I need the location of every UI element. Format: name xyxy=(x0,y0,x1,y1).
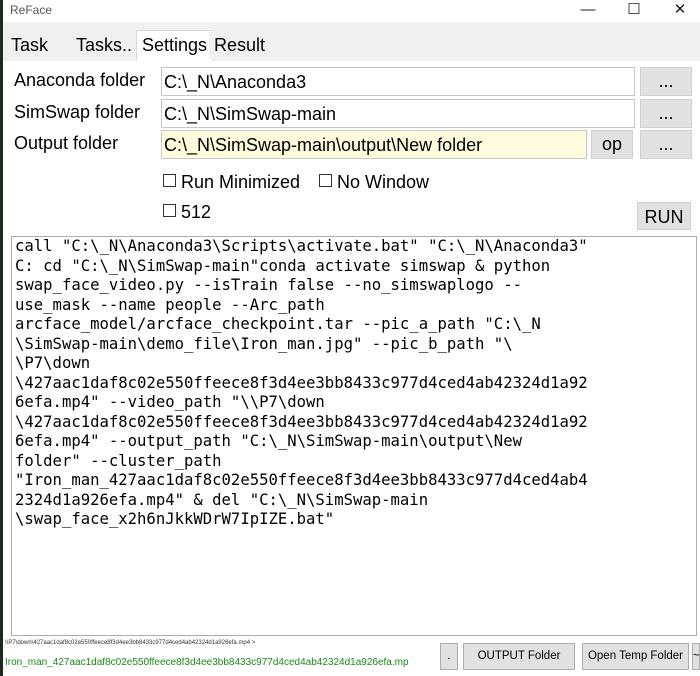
tab-task[interactable]: Task xyxy=(6,32,54,59)
open-temp-folder-button[interactable]: Open Temp Folder xyxy=(582,643,689,670)
anaconda-browse-button[interactable]: ... xyxy=(640,67,692,96)
size-512-label: 512 xyxy=(181,202,212,222)
output-browse-button[interactable]: ... xyxy=(640,130,692,159)
tab-settings[interactable]: Settings xyxy=(136,30,214,61)
maximize-button[interactable]: ☐ xyxy=(611,0,657,22)
size-512-checkbox[interactable]: 512 xyxy=(163,202,211,223)
output-folder-button[interactable]: OUTPUT Folder xyxy=(463,643,575,670)
source-path-status: \\P7\down\427aac1daf8c02e550ffeece8f3d4e… xyxy=(5,640,256,646)
checkbox-box[interactable] xyxy=(319,174,332,187)
tab-result[interactable]: Result xyxy=(209,32,271,59)
simswap-folder-label: SimSwap folder xyxy=(14,102,141,122)
no-window-label: No Window xyxy=(337,172,430,192)
run-minimized-checkbox[interactable]: Run Minimized xyxy=(163,172,300,193)
output-file-status: Iron_man_427aac1daf8c02e550ffeece8f3d4ee… xyxy=(5,657,409,668)
simswap-browse-button[interactable]: ... xyxy=(640,99,692,128)
run-button[interactable]: RUN xyxy=(637,202,691,230)
title-bar: ReFace — ☐ ✕ xyxy=(3,0,700,22)
no-window-checkbox[interactable]: No Window xyxy=(319,172,429,193)
simswap-folder-input[interactable]: C:\_N\SimSwap-main xyxy=(161,99,635,128)
tab-tasks[interactable]: Tasks.. xyxy=(71,32,138,59)
window-title: ReFace xyxy=(10,3,53,17)
minimize-button[interactable]: — xyxy=(565,0,611,22)
run-minimized-label: Run Minimized xyxy=(181,172,301,192)
checkbox-box[interactable] xyxy=(163,174,176,187)
checkbox-box[interactable] xyxy=(163,204,176,217)
tab-bar: Task Tasks.. Settings Result xyxy=(3,30,700,62)
command-textarea[interactable]: call "C:\_N\Anaconda3\Scripts\activate.b… xyxy=(11,236,697,636)
output-folder-label: Output folder xyxy=(14,133,119,153)
extra-button[interactable]: ~ xyxy=(692,643,700,670)
anaconda-folder-input[interactable]: C:\_N\Anaconda3 xyxy=(161,67,635,96)
output-folder-input[interactable]: C:\_N\SimSwap-main\output\New folder xyxy=(161,130,587,159)
open-output-button[interactable]: op xyxy=(591,130,633,159)
anaconda-folder-label: Anaconda folder xyxy=(14,70,146,90)
close-button[interactable]: ✕ xyxy=(657,0,700,22)
dot-button[interactable]: . xyxy=(440,643,458,670)
